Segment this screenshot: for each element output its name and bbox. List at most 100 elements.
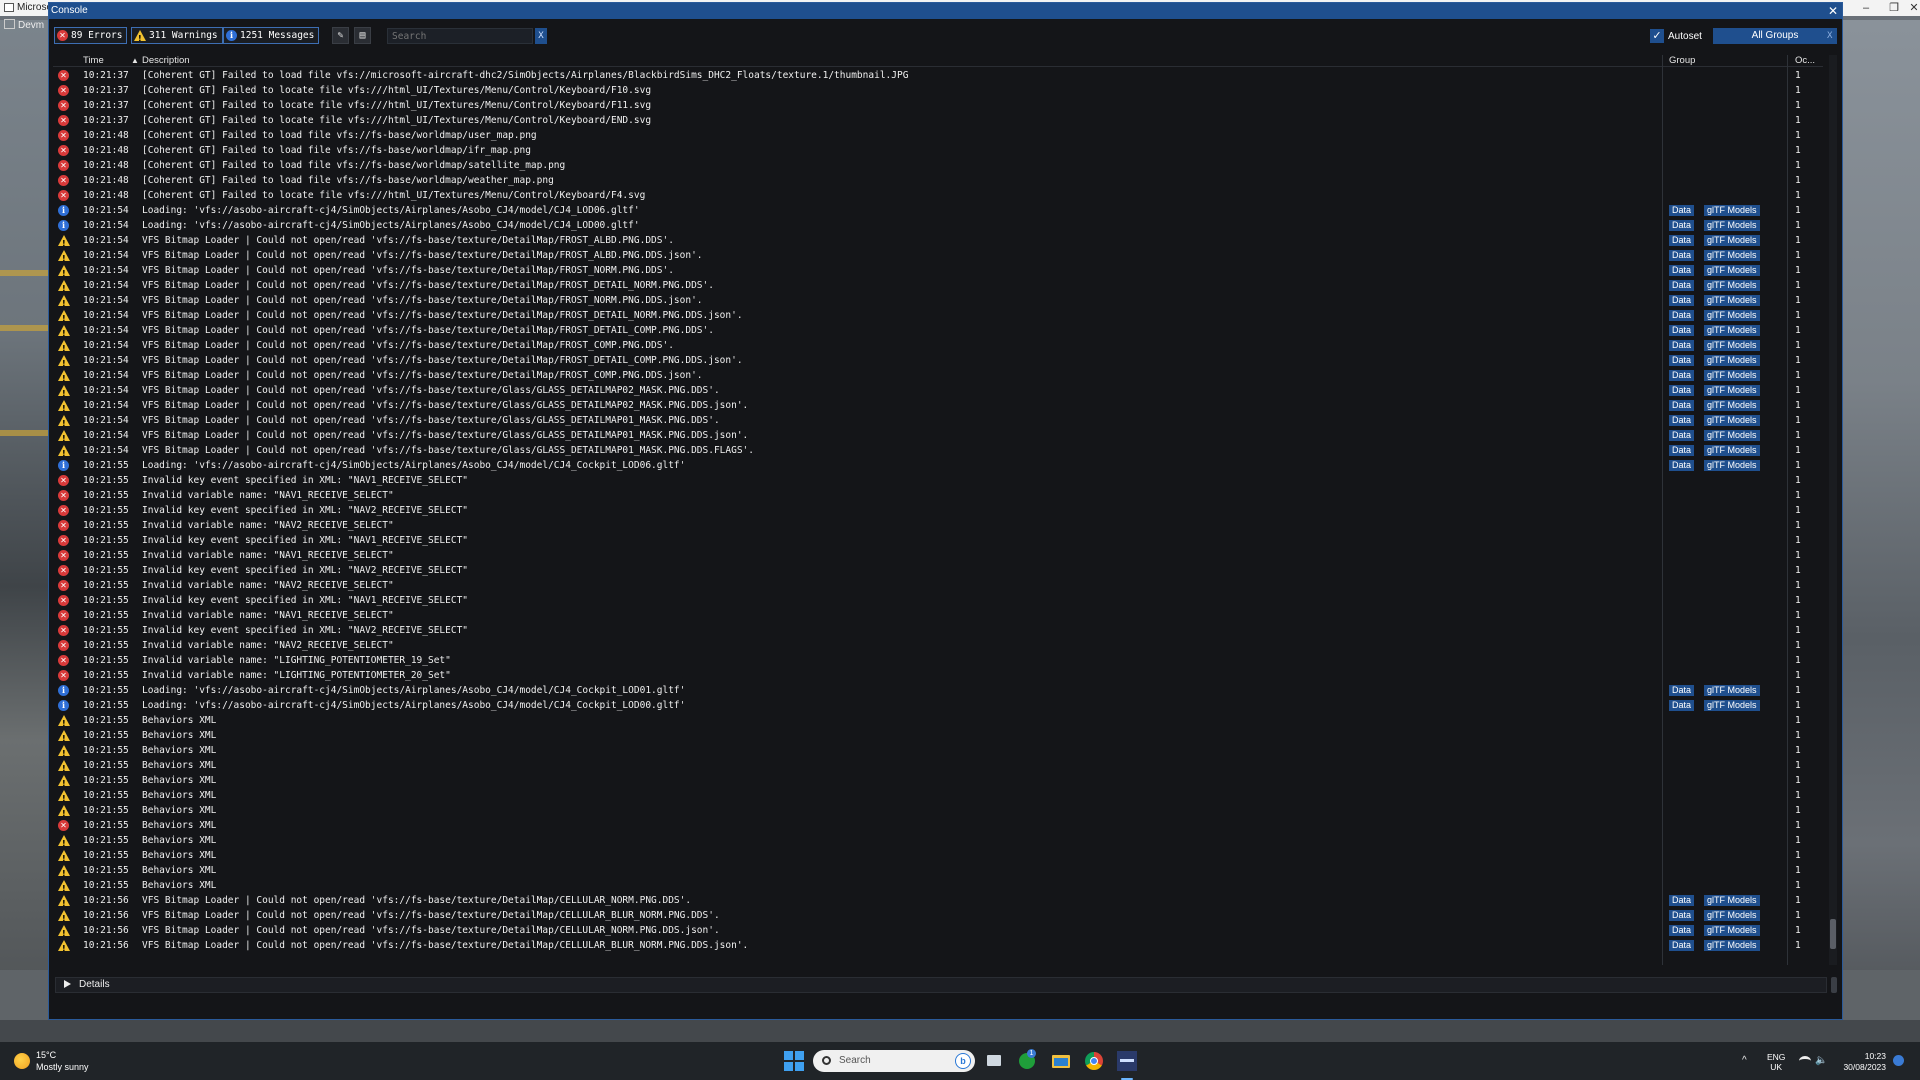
- log-row[interactable]: 10:21:54 VFS Bitmap Loader | Could not op…: [53, 353, 1823, 371]
- group-tag[interactable]: glTF Models: [1704, 295, 1760, 306]
- details-scrollbar[interactable]: [1831, 977, 1837, 993]
- notification-icon[interactable]: [1893, 1055, 1904, 1066]
- log-row[interactable]: i 10:21:54 Loading: 'vfs://asobo-aircraft-…: [53, 203, 1823, 218]
- group-tag[interactable]: glTF Models: [1704, 925, 1760, 936]
- taskbar-clock[interactable]: 10:23 30/08/2023: [1836, 1051, 1886, 1073]
- group-tag[interactable]: glTF Models: [1704, 310, 1760, 321]
- weather-widget[interactable]: 15°C Mostly sunny: [14, 1050, 134, 1074]
- group-tag[interactable]: Data: [1669, 355, 1695, 366]
- group-tag[interactable]: glTF Models: [1704, 250, 1760, 261]
- group-tag[interactable]: Data: [1669, 415, 1695, 426]
- group-tag[interactable]: Data: [1669, 310, 1695, 321]
- group-tag[interactable]: Data: [1669, 295, 1695, 306]
- log-row[interactable]: ✕ 10:21:55 Invalid key event specified in …: [53, 593, 1823, 608]
- log-row[interactable]: 10:21:55 Behaviors XML 1: [53, 803, 1823, 821]
- log-table-body[interactable]: ✕ 10:21:37 [Coherent GT] Failed to load fi…: [53, 68, 1823, 966]
- close-app-icon[interactable]: ✕: [1900, 0, 1920, 16]
- log-row[interactable]: ✕ 10:21:48 [Coherent GT] Failed to locate …: [53, 188, 1823, 203]
- log-row[interactable]: 10:21:54 VFS Bitmap Loader | Could not op…: [53, 443, 1823, 461]
- log-row[interactable]: 10:21:55 Behaviors XML 1: [53, 713, 1823, 731]
- log-row[interactable]: 10:21:54 VFS Bitmap Loader | Could not op…: [53, 323, 1823, 341]
- volume-icon[interactable]: 🔈: [1815, 1055, 1827, 1066]
- group-tag[interactable]: Data: [1669, 430, 1695, 441]
- messages-filter-button[interactable]: i 1251 Messages: [223, 27, 320, 44]
- log-scrollbar[interactable]: [1829, 55, 1837, 965]
- clear-log-icon[interactable]: ✎: [332, 27, 349, 44]
- group-tag[interactable]: glTF Models: [1704, 445, 1760, 456]
- log-row[interactable]: 10:21:55 Behaviors XML 1: [53, 848, 1823, 866]
- log-row[interactable]: ✕ 10:21:55 Invalid variable name: "LIGHTIN…: [53, 653, 1823, 668]
- log-row[interactable]: i 10:21:54 Loading: 'vfs://asobo-aircraft-…: [53, 218, 1823, 233]
- log-row[interactable]: 10:21:55 Behaviors XML 1: [53, 743, 1823, 761]
- group-tag[interactable]: Data: [1669, 235, 1695, 246]
- windows-start-icon[interactable]: [784, 1051, 804, 1071]
- log-row[interactable]: ✕ 10:21:55 Invalid variable name: "NAV2_RE…: [53, 518, 1823, 533]
- log-row[interactable]: 10:21:56 VFS Bitmap Loader | Could not op…: [53, 893, 1823, 911]
- log-row[interactable]: 10:21:54 VFS Bitmap Loader | Could not op…: [53, 278, 1823, 296]
- details-expander[interactable]: Details: [55, 977, 1827, 993]
- log-row[interactable]: ✕ 10:21:55 Invalid variable name: "NAV1_RE…: [53, 548, 1823, 563]
- chrome-icon[interactable]: [1084, 1051, 1104, 1071]
- group-tag[interactable]: glTF Models: [1704, 910, 1760, 921]
- log-scrollbar-thumb[interactable]: [1830, 919, 1836, 949]
- column-header-description[interactable]: Description: [142, 55, 190, 67]
- log-row[interactable]: 10:21:55 Behaviors XML 1: [53, 758, 1823, 776]
- group-tag[interactable]: Data: [1669, 940, 1695, 951]
- column-header-count[interactable]: Oc...: [1795, 55, 1815, 67]
- input-language-indicator[interactable]: ENG UK: [1767, 1052, 1785, 1072]
- log-row[interactable]: 10:21:55 Behaviors XML 1: [53, 878, 1823, 896]
- search-clear-button[interactable]: X: [535, 28, 547, 44]
- group-tag[interactable]: Data: [1669, 325, 1695, 336]
- group-tag[interactable]: Data: [1669, 265, 1695, 276]
- errors-filter-button[interactable]: ✕ 89 Errors: [54, 27, 128, 44]
- log-row[interactable]: ✕ 10:21:55 Invalid key event specified in …: [53, 503, 1823, 518]
- log-row[interactable]: 10:21:54 VFS Bitmap Loader | Could not op…: [53, 248, 1823, 266]
- log-row[interactable]: 10:21:56 VFS Bitmap Loader | Could not op…: [53, 938, 1823, 956]
- group-tag[interactable]: glTF Models: [1704, 940, 1760, 951]
- console-titlebar[interactable]: Console ✕: [49, 3, 1842, 19]
- log-row[interactable]: 10:21:54 VFS Bitmap Loader | Could not op…: [53, 428, 1823, 446]
- autoset-toggle[interactable]: ✓ Autoset: [1650, 28, 1702, 44]
- group-tag[interactable]: Data: [1669, 370, 1695, 381]
- column-header-group[interactable]: Group: [1669, 55, 1695, 67]
- log-row[interactable]: ✕ 10:21:48 [Coherent GT] Failed to load fi…: [53, 173, 1823, 188]
- log-row[interactable]: 10:21:54 VFS Bitmap Loader | Could not op…: [53, 413, 1823, 431]
- taskbar-search-box[interactable]: Search b: [813, 1050, 975, 1072]
- group-tag[interactable]: glTF Models: [1704, 325, 1760, 336]
- log-row[interactable]: ✕ 10:21:55 Invalid key event specified in …: [53, 533, 1823, 548]
- tray-chevron-icon[interactable]: ^: [1742, 1055, 1747, 1066]
- log-row[interactable]: ✕ 10:21:55 Invalid key event specified in …: [53, 563, 1823, 578]
- search-input[interactable]: [387, 28, 533, 44]
- log-row[interactable]: 10:21:56 VFS Bitmap Loader | Could not op…: [53, 923, 1823, 941]
- warnings-filter-button[interactable]: 311 Warnings: [131, 27, 223, 46]
- log-row[interactable]: ✕ 10:21:55 Invalid variable name: "NAV1_RE…: [53, 488, 1823, 503]
- log-row[interactable]: 10:21:54 VFS Bitmap Loader | Could not op…: [53, 398, 1823, 416]
- column-header-time[interactable]: Time: [83, 55, 104, 67]
- log-row[interactable]: 10:21:54 VFS Bitmap Loader | Could not op…: [53, 263, 1823, 281]
- log-row[interactable]: 10:21:54 VFS Bitmap Loader | Could not op…: [53, 308, 1823, 326]
- group-tag[interactable]: glTF Models: [1704, 205, 1760, 216]
- flight-simulator-icon[interactable]: [1117, 1051, 1137, 1071]
- log-row[interactable]: ✕ 10:21:55 Invalid variable name: "NAV2_RE…: [53, 578, 1823, 593]
- log-row[interactable]: ✕ 10:21:37 [Coherent GT] Failed to locate …: [53, 98, 1823, 113]
- log-row[interactable]: 10:21:56 VFS Bitmap Loader | Could not op…: [53, 908, 1823, 926]
- group-tag[interactable]: glTF Models: [1704, 385, 1760, 396]
- group-tag[interactable]: Data: [1669, 895, 1695, 906]
- groups-clear-button[interactable]: X: [1827, 28, 1837, 44]
- group-tag[interactable]: glTF Models: [1704, 430, 1760, 441]
- copy-log-icon[interactable]: ▤: [354, 27, 371, 44]
- group-tag[interactable]: glTF Models: [1704, 700, 1760, 711]
- log-row[interactable]: 10:21:55 Behaviors XML 1: [53, 728, 1823, 746]
- group-tag[interactable]: glTF Models: [1704, 280, 1760, 291]
- group-tag[interactable]: glTF Models: [1704, 265, 1760, 276]
- log-row[interactable]: ✕ 10:21:37 [Coherent GT] Failed to locate …: [53, 83, 1823, 98]
- log-row[interactable]: i 10:21:55 Loading: 'vfs://asobo-aircraft-…: [53, 683, 1823, 698]
- log-row[interactable]: ✕ 10:21:55 Invalid key event specified in …: [53, 473, 1823, 488]
- log-row[interactable]: i 10:21:55 Loading: 'vfs://asobo-aircraft-…: [53, 698, 1823, 713]
- log-row[interactable]: 10:21:54 VFS Bitmap Loader | Could not op…: [53, 383, 1823, 401]
- group-tag[interactable]: glTF Models: [1704, 370, 1760, 381]
- log-row[interactable]: 10:21:54 VFS Bitmap Loader | Could not op…: [53, 338, 1823, 356]
- log-row[interactable]: ✕ 10:21:55 Behaviors XML 1: [53, 818, 1823, 833]
- group-tag[interactable]: Data: [1669, 220, 1695, 231]
- console-close-icon[interactable]: ✕: [1828, 3, 1838, 19]
